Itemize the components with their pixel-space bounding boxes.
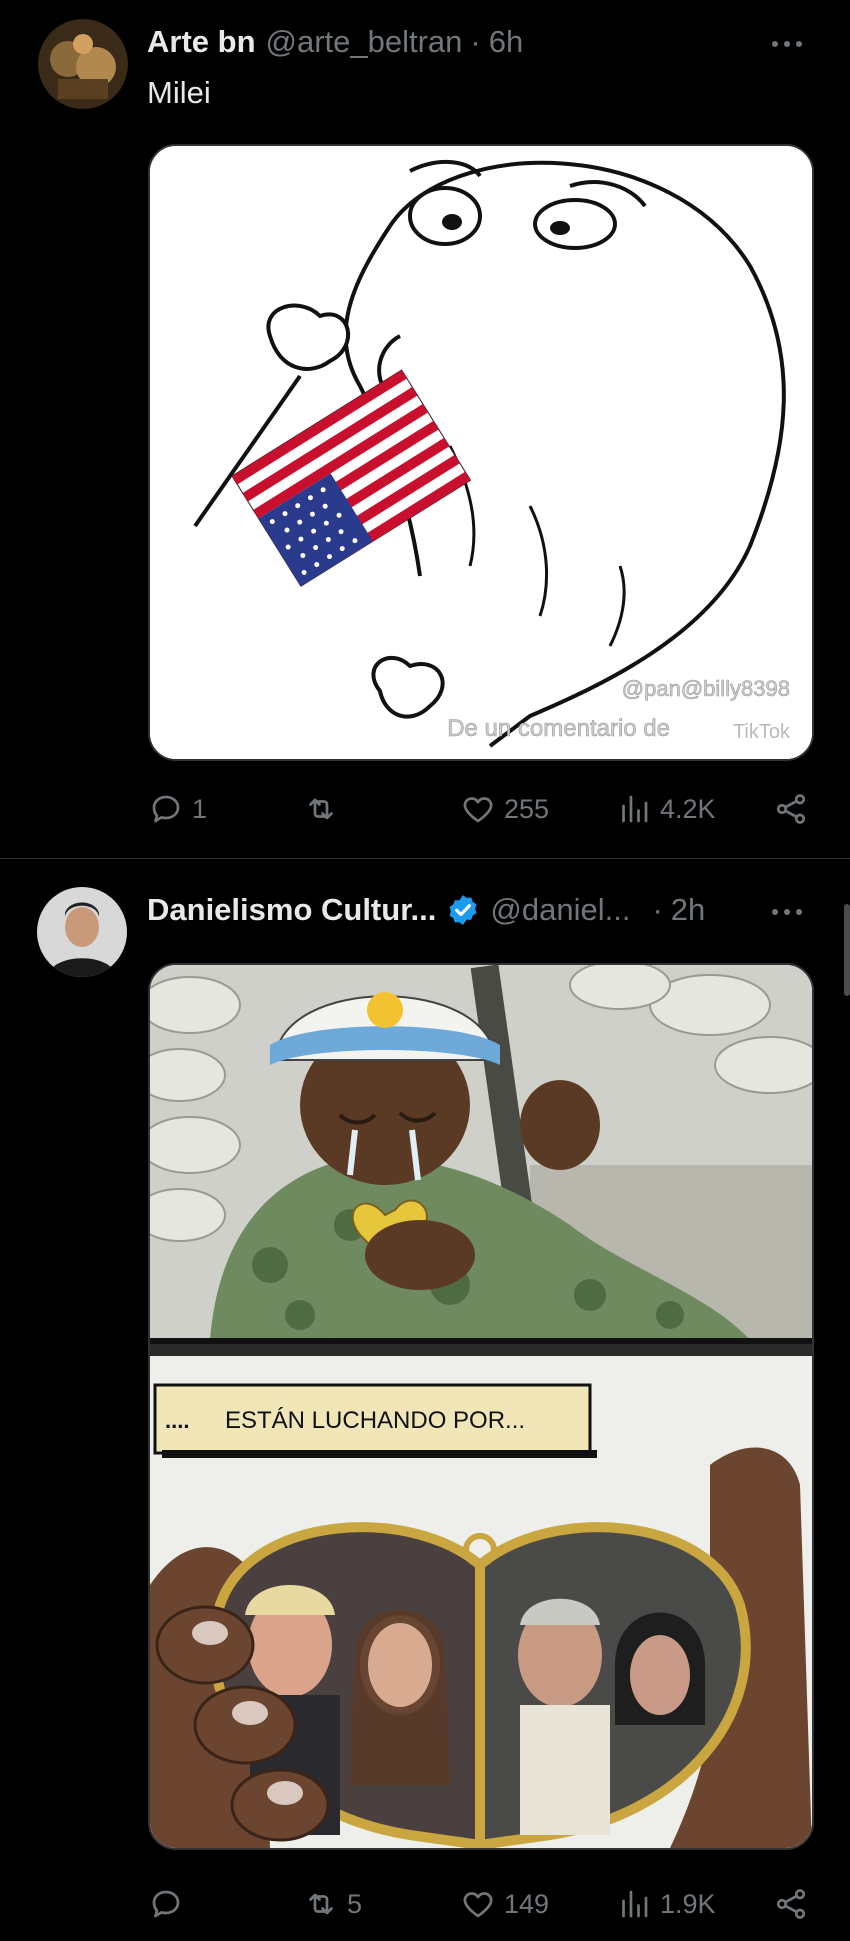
tweet-text: Milei — [147, 75, 211, 110]
watermark-handle: @pan@billy8398 — [622, 676, 790, 701]
avatar-danielismo[interactable] — [37, 887, 127, 977]
display-name[interactable]: Danielismo Cultur... — [147, 892, 436, 928]
views-count: 1.9K — [660, 1888, 716, 1919]
like-button[interactable]: 255 — [460, 789, 549, 829]
comic-caption: ESTÁN LUCHANDO POR... — [225, 1407, 525, 1434]
reply-count: 1 — [192, 793, 208, 824]
like-count: 255 — [504, 793, 550, 824]
timestamp[interactable]: 6h — [489, 24, 523, 60]
tweet-image-comic[interactable]: .... ESTÁN LUCHANDO POR... — [148, 963, 814, 1850]
tweet-divider — [0, 858, 850, 859]
views-count: 4.2K — [660, 793, 716, 824]
tweet-header: Arte bn @arte_beltran · 6h — [147, 24, 523, 60]
handle[interactable]: @arte_beltran — [266, 24, 463, 60]
share-button[interactable] — [773, 789, 809, 829]
avatar-arte-bn[interactable] — [38, 19, 128, 109]
share-icon — [776, 794, 806, 824]
share-icon — [776, 1889, 806, 1919]
comic-drawing: .... ESTÁN LUCHANDO POR... — [150, 965, 812, 1848]
views-button[interactable]: 4.2K — [616, 789, 716, 829]
repost-icon — [309, 1893, 333, 1915]
meme-drawing: @pan@billy8398 De un comentario de TikTo… — [150, 146, 812, 759]
like-icon — [463, 797, 493, 823]
display-name[interactable]: Arte bn — [147, 24, 256, 60]
reply-button[interactable] — [148, 1884, 192, 1924]
tweet-actions: 1 255 4.2K — [148, 789, 813, 829]
tweet-header: Danielismo Cultur... @daniel... · 2h — [147, 892, 705, 928]
repost-count: 5 — [347, 1888, 363, 1919]
views-icon — [622, 795, 648, 823]
reply-button[interactable]: 1 — [148, 789, 207, 829]
share-button[interactable] — [773, 1884, 809, 1924]
repost-icon — [309, 798, 333, 820]
tweet-actions: 5 149 1.9K — [148, 1884, 813, 1924]
like-button[interactable]: 149 — [460, 1884, 549, 1924]
like-count: 149 — [504, 1888, 550, 1919]
watermark-tiktok: TikTok — [733, 721, 791, 743]
more-icon[interactable] — [772, 902, 808, 922]
views-button[interactable]: 1.9K — [616, 1884, 716, 1924]
caption-dots: .... — [165, 1408, 189, 1433]
separator: · — [652, 892, 663, 927]
more-icon[interactable] — [772, 34, 808, 54]
views-icon — [622, 1890, 648, 1918]
like-icon — [463, 1892, 493, 1918]
timestamp[interactable]: 2h — [671, 892, 705, 928]
tweet-2[interactable]: Danielismo Cultur... @daniel... · 2h ...… — [0, 860, 850, 1941]
watermark-comment: De un comentario de — [447, 715, 670, 742]
separator: · — [470, 24, 481, 59]
handle[interactable]: @daniel... — [490, 892, 630, 928]
verified-badge-icon — [449, 895, 477, 925]
reply-icon — [152, 795, 180, 823]
repost-button[interactable] — [303, 789, 347, 829]
tweet-1[interactable]: Arte bn @arte_beltran · 6h Milei @pan@bi… — [0, 0, 850, 860]
reply-icon — [152, 1890, 180, 1918]
repost-button[interactable]: 5 — [303, 1884, 362, 1924]
tweet-image-meme[interactable]: @pan@billy8398 De un comentario de TikTo… — [148, 144, 814, 761]
